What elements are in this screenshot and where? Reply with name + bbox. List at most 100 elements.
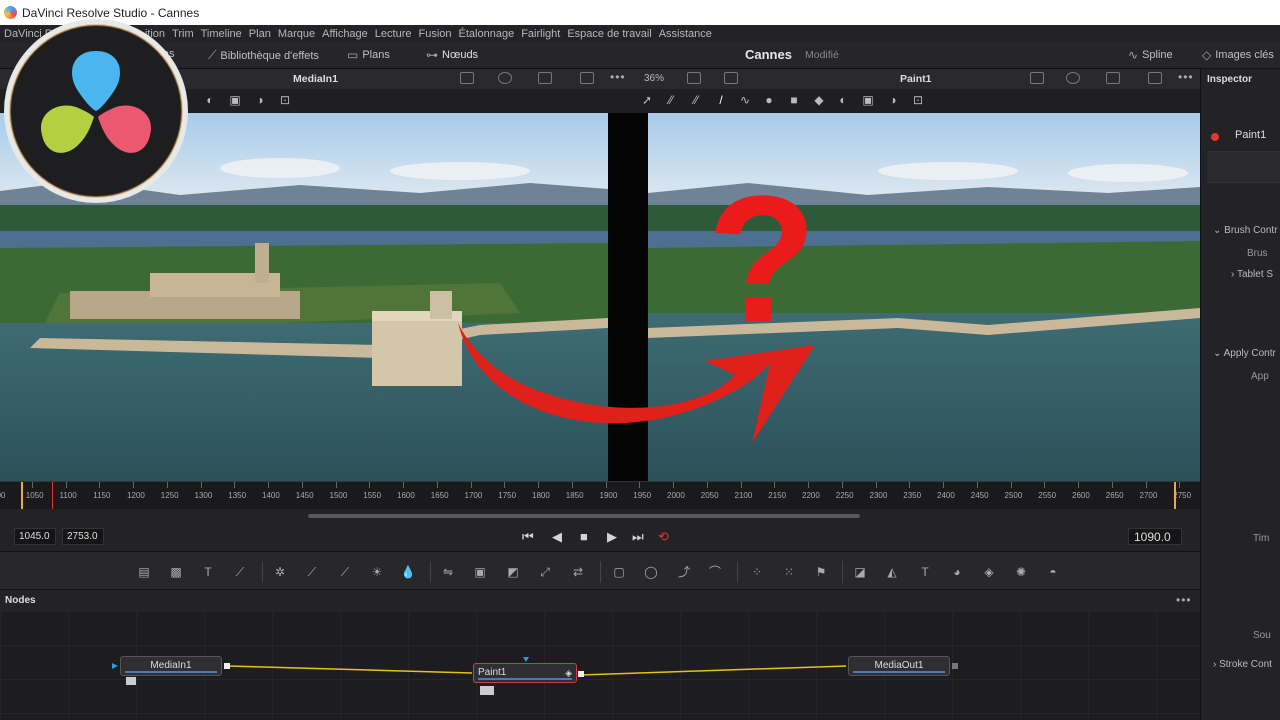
text-tool-icon[interactable]: T <box>200 564 216 580</box>
nodes-button[interactable]: ⊶ Nœuds <box>426 48 478 62</box>
circle-tool-icon[interactable]: ● <box>762 93 776 107</box>
left-tool-4-icon[interactable]: ⊡ <box>278 93 292 107</box>
go-to-end-icon[interactable]: ⏭ <box>632 529 644 545</box>
effects-library-button[interactable]: ⟋ Bibliothèque d'effets <box>208 48 319 63</box>
menu-item-lecture[interactable]: Lecture <box>375 28 412 40</box>
image-plane-3d-tool-icon[interactable]: ◪ <box>852 564 868 580</box>
tool-enable-icon[interactable] <box>1211 133 1219 141</box>
text-3d-tool-icon[interactable]: T <box>917 564 933 580</box>
rectangle-tool-icon[interactable]: ■ <box>787 93 801 107</box>
camera-3d-tool-icon[interactable]: ◈ <box>981 564 997 580</box>
renderer-3d-tool-icon[interactable]: ◓ <box>1045 564 1061 580</box>
brush-controls-section[interactable]: ⌄ Brush Contr <box>1213 225 1278 236</box>
clone-brush-icon[interactable]: ⁄⁄ <box>689 93 703 107</box>
timeline-scroll-thumb[interactable] <box>308 514 860 518</box>
time-ruler[interactable]: 000 1050 1100 1150 1200 1250 1300 1350 1400 1450 1… <box>0 481 1200 509</box>
left-viewer-more-icon[interactable]: ••• <box>610 70 626 84</box>
paint-options-icon[interactable]: ⊡ <box>911 93 925 107</box>
left-viewer-color-control[interactable] <box>498 72 512 84</box>
paint-tool-icon[interactable]: ⟋ <box>232 564 248 580</box>
right-viewer-view-control[interactable] <box>724 72 738 84</box>
right-viewer-layout-control[interactable] <box>1148 72 1162 84</box>
nodes-panel-more-icon[interactable]: ••• <box>1176 593 1192 607</box>
timeline-scrollbar[interactable] <box>0 509 1200 523</box>
hue-curves-tool-icon[interactable]: ⟋ <box>337 564 353 580</box>
ellipse-mask-tool-icon[interactable]: ◯ <box>643 564 659 580</box>
inspector-tabs[interactable] <box>1207 151 1280 183</box>
stroke-controls-section[interactable]: › Stroke Cont <box>1213 659 1272 670</box>
menu-item-plan[interactable]: Plan <box>249 28 271 40</box>
menu-item-fusion[interactable]: Fusion <box>419 28 452 40</box>
right-viewer-more-icon[interactable]: ••• <box>1178 70 1194 84</box>
left-viewer-layout-control[interactable] <box>580 72 594 84</box>
bspline-mask-tool-icon[interactable]: ⌒ <box>707 564 723 580</box>
menu-item-timeline[interactable]: Timeline <box>201 28 242 40</box>
right-viewer-color-control[interactable] <box>1066 72 1080 84</box>
particle-style-tool-icon[interactable]: ⚑ <box>813 564 829 580</box>
shape-3d-tool-icon[interactable]: ◭ <box>884 564 900 580</box>
color-curves-tool-icon[interactable]: ⟋ <box>304 564 320 580</box>
stroke-tool-icon[interactable]: ▣ <box>861 93 875 107</box>
right-viewer-split-control[interactable] <box>687 72 701 84</box>
render-start-field[interactable]: 1045.0 <box>14 528 56 545</box>
node-paint1[interactable]: Paint1 ◈ <box>473 663 577 683</box>
particle-render-tool-icon[interactable]: ⁙ <box>781 564 797 580</box>
left-viewer-grid-control[interactable] <box>538 72 552 84</box>
playhead[interactable] <box>52 482 53 509</box>
left-tool-3-icon[interactable]: ◑ <box>253 93 267 107</box>
menu-item-assistance[interactable]: Assistance <box>659 28 712 40</box>
ruler-tick-label: 1650 <box>430 491 449 500</box>
menu-item-affichage[interactable]: Affichage <box>322 28 368 40</box>
merge-3d-tool-icon[interactable]: ◕ <box>949 564 965 580</box>
keyframes-button[interactable]: ◇ Images clés <box>1202 48 1274 62</box>
loader-tool-icon[interactable]: ⇋ <box>440 564 456 580</box>
brightness-contrast-tool-icon[interactable]: ☀ <box>369 564 385 580</box>
left-tool-1-icon[interactable]: ◐ <box>203 93 217 107</box>
fill-tool-icon[interactable]: ◆ <box>812 93 826 107</box>
loop-icon[interactable]: ⟲ <box>658 529 669 545</box>
wipe-tool-icon[interactable]: ◐ <box>836 93 850 107</box>
background-tool-icon[interactable]: ▤ <box>136 564 152 580</box>
stop-icon[interactable]: ■ <box>580 529 588 544</box>
transform-tool-icon[interactable]: ⤢ <box>537 564 553 580</box>
current-frame-field[interactable]: 1090.0 <box>1128 528 1182 545</box>
menu-item-etalonnage[interactable]: Étalonnage <box>459 28 515 40</box>
polygon-mask-tool-icon[interactable]: ⤴ <box>676 564 692 580</box>
particle-emitter-tool-icon[interactable]: ⁘ <box>749 564 765 580</box>
node-mediain1[interactable]: MediaIn1 <box>120 656 222 676</box>
right-viewer-image[interactable] <box>648 113 1200 481</box>
node-mediaout1[interactable]: MediaOut1 <box>848 656 950 676</box>
render-start-marker[interactable] <box>21 482 23 509</box>
polyline-stroke-icon[interactable]: ∿ <box>738 93 752 107</box>
go-to-start-icon[interactable]: ⏮ <box>522 529 534 545</box>
node-editor[interactable]: MediaIn1 Paint1 ◈ MediaOut1 <box>0 611 1200 720</box>
fast-noise-tool-icon[interactable]: ▩ <box>168 564 184 580</box>
right-viewer-roi-control[interactable] <box>1030 72 1044 84</box>
apply-controls-section[interactable]: ⌄ Apply Contr <box>1213 348 1276 359</box>
matte-control-tool-icon[interactable]: ◩ <box>505 564 521 580</box>
spline-button[interactable]: ∿ Spline <box>1128 48 1173 62</box>
color-corrector-tool-icon[interactable]: ✲ <box>272 564 288 580</box>
menu-item-fairlight[interactable]: Fairlight <box>521 28 560 40</box>
eraser-tool-icon[interactable]: ◑ <box>886 93 900 107</box>
right-viewer-zoom[interactable]: 36% <box>644 73 664 84</box>
select-arrow-icon[interactable]: ➚ <box>640 93 654 107</box>
resize-tool-icon[interactable]: ⇄ <box>570 564 586 580</box>
play-forward-icon[interactable]: ▶ <box>607 529 617 545</box>
left-viewer-roi-control[interactable] <box>460 72 474 84</box>
menu-item-espace-de-travail[interactable]: Espace de travail <box>567 28 651 40</box>
render-end-field[interactable]: 2753.0 <box>62 528 104 545</box>
menu-item-marque[interactable]: Marque <box>278 28 315 40</box>
multistroke-icon[interactable]: ⁄⁄ <box>664 93 678 107</box>
merge-tool-icon[interactable]: ▣ <box>472 564 488 580</box>
tablet-settings-section[interactable]: › Tablet S <box>1231 269 1273 280</box>
left-tool-2-icon[interactable]: ▣ <box>228 93 242 107</box>
right-viewer-grid-control[interactable] <box>1106 72 1120 84</box>
rectangle-mask-tool-icon[interactable]: ▢ <box>611 564 627 580</box>
play-reverse-icon[interactable]: ◀ <box>552 529 562 545</box>
spotlight-3d-tool-icon[interactable]: ✺ <box>1013 564 1029 580</box>
clips-button[interactable]: ▭ Plans <box>347 48 390 62</box>
render-end-marker[interactable] <box>1174 482 1176 509</box>
blur-tool-icon[interactable]: 💧 <box>400 564 416 580</box>
paint-brush-icon[interactable]: / <box>714 93 728 107</box>
